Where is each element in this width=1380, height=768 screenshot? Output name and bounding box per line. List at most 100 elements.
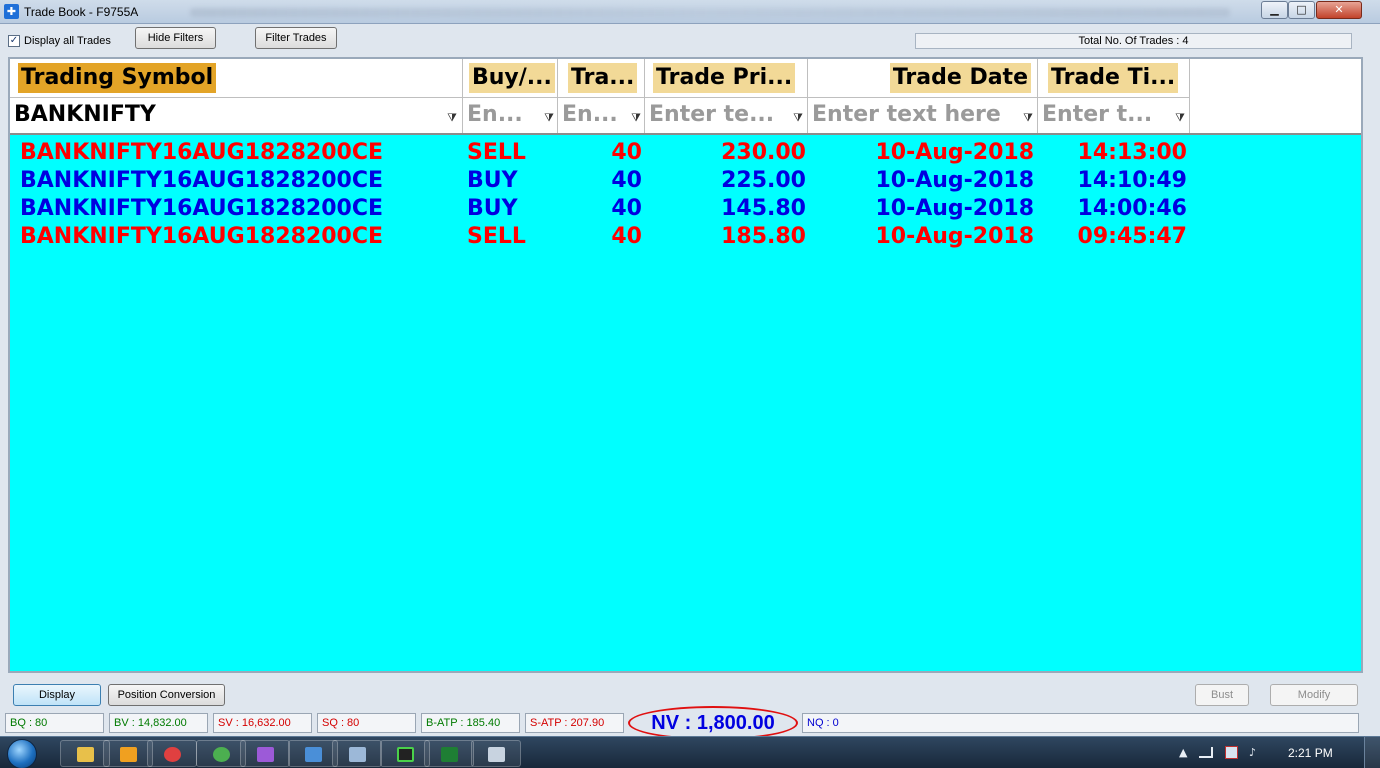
trading-app-icon[interactable] bbox=[380, 740, 430, 767]
triangle-app-icon[interactable] bbox=[240, 740, 290, 767]
table-row[interactable]: BANKNIFTY16AUG1828200CE BUY 40 225.00 10… bbox=[10, 167, 1361, 195]
taskbar: ▲ ♪ 2:21 PM bbox=[0, 736, 1380, 768]
cell-price: 185.80 bbox=[721, 224, 806, 249]
column-header-label[interactable]: Buy/... bbox=[469, 63, 555, 93]
column-trade-date[interactable]: Trade Date Enter text here ⧩ bbox=[808, 59, 1038, 133]
trade-grid: Trading Symbol BANKNIFTY ⧩ Buy/... En...… bbox=[8, 57, 1363, 673]
symbol-filter-input[interactable]: BANKNIFTY bbox=[14, 100, 170, 130]
price-filter-input[interactable]: Enter te... bbox=[649, 100, 781, 130]
cell-date: 10-Aug-2018 bbox=[875, 140, 1034, 165]
volume-icon[interactable]: ♪ bbox=[1249, 746, 1256, 759]
filter-cell[interactable]: En... ⧩ bbox=[463, 97, 557, 131]
modify-button[interactable]: Modify bbox=[1270, 684, 1358, 706]
date-filter-input[interactable]: Enter text here bbox=[812, 100, 1014, 130]
maximize-button[interactable]: □ bbox=[1288, 1, 1315, 19]
cell-date: 10-Aug-2018 bbox=[875, 196, 1034, 221]
cell-time: 14:10:49 bbox=[1077, 168, 1187, 193]
close-button[interactable]: ✕ bbox=[1316, 1, 1362, 19]
filter-cell[interactable]: Enter text here ⧩ bbox=[808, 97, 1037, 131]
cell-time: 14:00:46 bbox=[1077, 196, 1187, 221]
tray-clock[interactable]: 2:21 PM bbox=[1288, 746, 1333, 760]
status-nq: NQ : 0 bbox=[802, 713, 1359, 733]
cell-qty: 40 bbox=[611, 140, 642, 165]
display-all-trades-toggle[interactable]: ✓ Display all Trades bbox=[8, 35, 111, 47]
column-trade-price[interactable]: Trade Pri... Enter te... ⧩ bbox=[645, 59, 808, 133]
bottom-toolbar: Display Position Conversion Bust Modify bbox=[0, 680, 1380, 710]
column-header-label[interactable]: Trade Date bbox=[889, 63, 1031, 93]
grid-header: Trading Symbol BANKNIFTY ⧩ Buy/... En...… bbox=[10, 59, 1361, 135]
calculator-icon[interactable] bbox=[471, 740, 521, 767]
blurred-title-region bbox=[190, 8, 1230, 17]
column-trade-qty[interactable]: Tra... En... ⧩ bbox=[558, 59, 645, 133]
time-filter-input[interactable]: Enter t... bbox=[1042, 100, 1162, 130]
action-center-flag-icon[interactable] bbox=[1225, 746, 1238, 759]
filter-cell[interactable]: En... ⧩ bbox=[558, 97, 644, 131]
cell-price: 230.00 bbox=[721, 140, 806, 165]
filter-cell[interactable]: BANKNIFTY ⧩ bbox=[10, 97, 462, 131]
funnel-icon[interactable]: ⧩ bbox=[630, 112, 642, 124]
filter-cell[interactable]: Enter t... ⧩ bbox=[1038, 97, 1189, 131]
remote-desktop-icon[interactable] bbox=[288, 740, 338, 767]
status-bq: BQ : 80 bbox=[5, 713, 104, 733]
funnel-icon[interactable]: ⧩ bbox=[1022, 112, 1034, 124]
cell-price: 225.00 bbox=[721, 168, 806, 193]
display-all-checkbox[interactable]: ✓ bbox=[8, 35, 20, 47]
network-signal-icon[interactable] bbox=[1199, 747, 1213, 758]
window-app-icon[interactable] bbox=[332, 740, 382, 767]
media-player-icon[interactable] bbox=[103, 740, 153, 767]
cell-symbol: BANKNIFTY16AUG1828200CE bbox=[20, 140, 384, 165]
hide-filters-button[interactable]: Hide Filters bbox=[135, 27, 216, 49]
side-filter-input[interactable]: En... bbox=[467, 100, 533, 130]
status-sq: SQ : 80 bbox=[317, 713, 416, 733]
grid-body: BANKNIFTY16AUG1828200CE SELL 40 230.00 1… bbox=[10, 139, 1361, 251]
lifebuoy-icon[interactable] bbox=[147, 740, 197, 767]
cell-symbol: BANKNIFTY16AUG1828200CE bbox=[20, 224, 384, 249]
funnel-icon[interactable]: ⧩ bbox=[1174, 112, 1186, 124]
cell-side: BUY bbox=[467, 168, 518, 193]
bust-button[interactable]: Bust bbox=[1195, 684, 1249, 706]
funnel-icon[interactable]: ⧩ bbox=[446, 112, 458, 124]
filter-cell[interactable]: Enter te... ⧩ bbox=[645, 97, 807, 131]
status-strip: BQ : 80 BV : 14,832.00 SV : 16,632.00 SQ… bbox=[0, 706, 1380, 740]
minimize-button[interactable]: ▁ bbox=[1261, 1, 1288, 19]
status-nv-highlighted: NV : 1,800.00 bbox=[628, 706, 798, 740]
funnel-icon[interactable]: ⧩ bbox=[792, 112, 804, 124]
position-conversion-button[interactable]: Position Conversion bbox=[108, 684, 225, 706]
system-tray: ▲ ♪ 2:21 PM bbox=[1175, 737, 1380, 768]
column-header-label[interactable]: Trading Symbol bbox=[18, 63, 217, 93]
cell-symbol: BANKNIFTY16AUG1828200CE bbox=[20, 196, 384, 221]
cell-price: 145.80 bbox=[721, 196, 806, 221]
column-header-label[interactable]: Trade Ti... bbox=[1048, 63, 1179, 93]
table-row[interactable]: BANKNIFTY16AUG1828200CE SELL 40 230.00 1… bbox=[10, 139, 1361, 167]
show-desktop-button[interactable] bbox=[1364, 737, 1380, 768]
start-button-icon[interactable] bbox=[7, 739, 37, 768]
column-header-label[interactable]: Trade Pri... bbox=[653, 63, 796, 93]
table-row[interactable]: BANKNIFTY16AUG1828200CE BUY 40 145.80 10… bbox=[10, 195, 1361, 223]
cell-time: 14:13:00 bbox=[1077, 140, 1187, 165]
cell-qty: 40 bbox=[611, 224, 642, 249]
window-title: Trade Book - F9755A bbox=[24, 5, 139, 19]
display-button[interactable]: Display bbox=[13, 684, 101, 706]
column-trade-time[interactable]: Trade Ti... Enter t... ⧩ bbox=[1038, 59, 1190, 133]
column-trading-symbol[interactable]: Trading Symbol BANKNIFTY ⧩ bbox=[10, 59, 463, 133]
column-buy-sell[interactable]: Buy/... En... ⧩ bbox=[463, 59, 558, 133]
total-trades-count: Total No. Of Trades : 4 bbox=[915, 33, 1352, 49]
column-header-label[interactable]: Tra... bbox=[568, 63, 638, 93]
qty-filter-input[interactable]: En... bbox=[562, 100, 620, 130]
table-row[interactable]: BANKNIFTY16AUG1828200CE SELL 40 185.80 1… bbox=[10, 223, 1361, 251]
status-satp: S-ATP : 207.90 bbox=[525, 713, 624, 733]
top-toolbar: ✓ Display all Trades Hide Filters Filter… bbox=[0, 25, 1380, 55]
cell-date: 10-Aug-2018 bbox=[875, 168, 1034, 193]
cell-qty: 40 bbox=[611, 168, 642, 193]
tray-expand-icon[interactable]: ▲ bbox=[1179, 746, 1187, 759]
chrome-icon[interactable] bbox=[196, 740, 246, 767]
status-batp: B-ATP : 185.40 bbox=[421, 713, 520, 733]
cell-side: SELL bbox=[467, 224, 526, 249]
window-titlebar: ✚ Trade Book - F9755A ▁ □ ✕ bbox=[0, 0, 1380, 24]
status-sv: SV : 16,632.00 bbox=[213, 713, 312, 733]
filter-trades-button[interactable]: Filter Trades bbox=[255, 27, 337, 49]
funnel-icon[interactable]: ⧩ bbox=[543, 112, 555, 124]
cell-side: BUY bbox=[467, 196, 518, 221]
cell-side: SELL bbox=[467, 140, 526, 165]
excel-icon[interactable] bbox=[424, 740, 474, 767]
